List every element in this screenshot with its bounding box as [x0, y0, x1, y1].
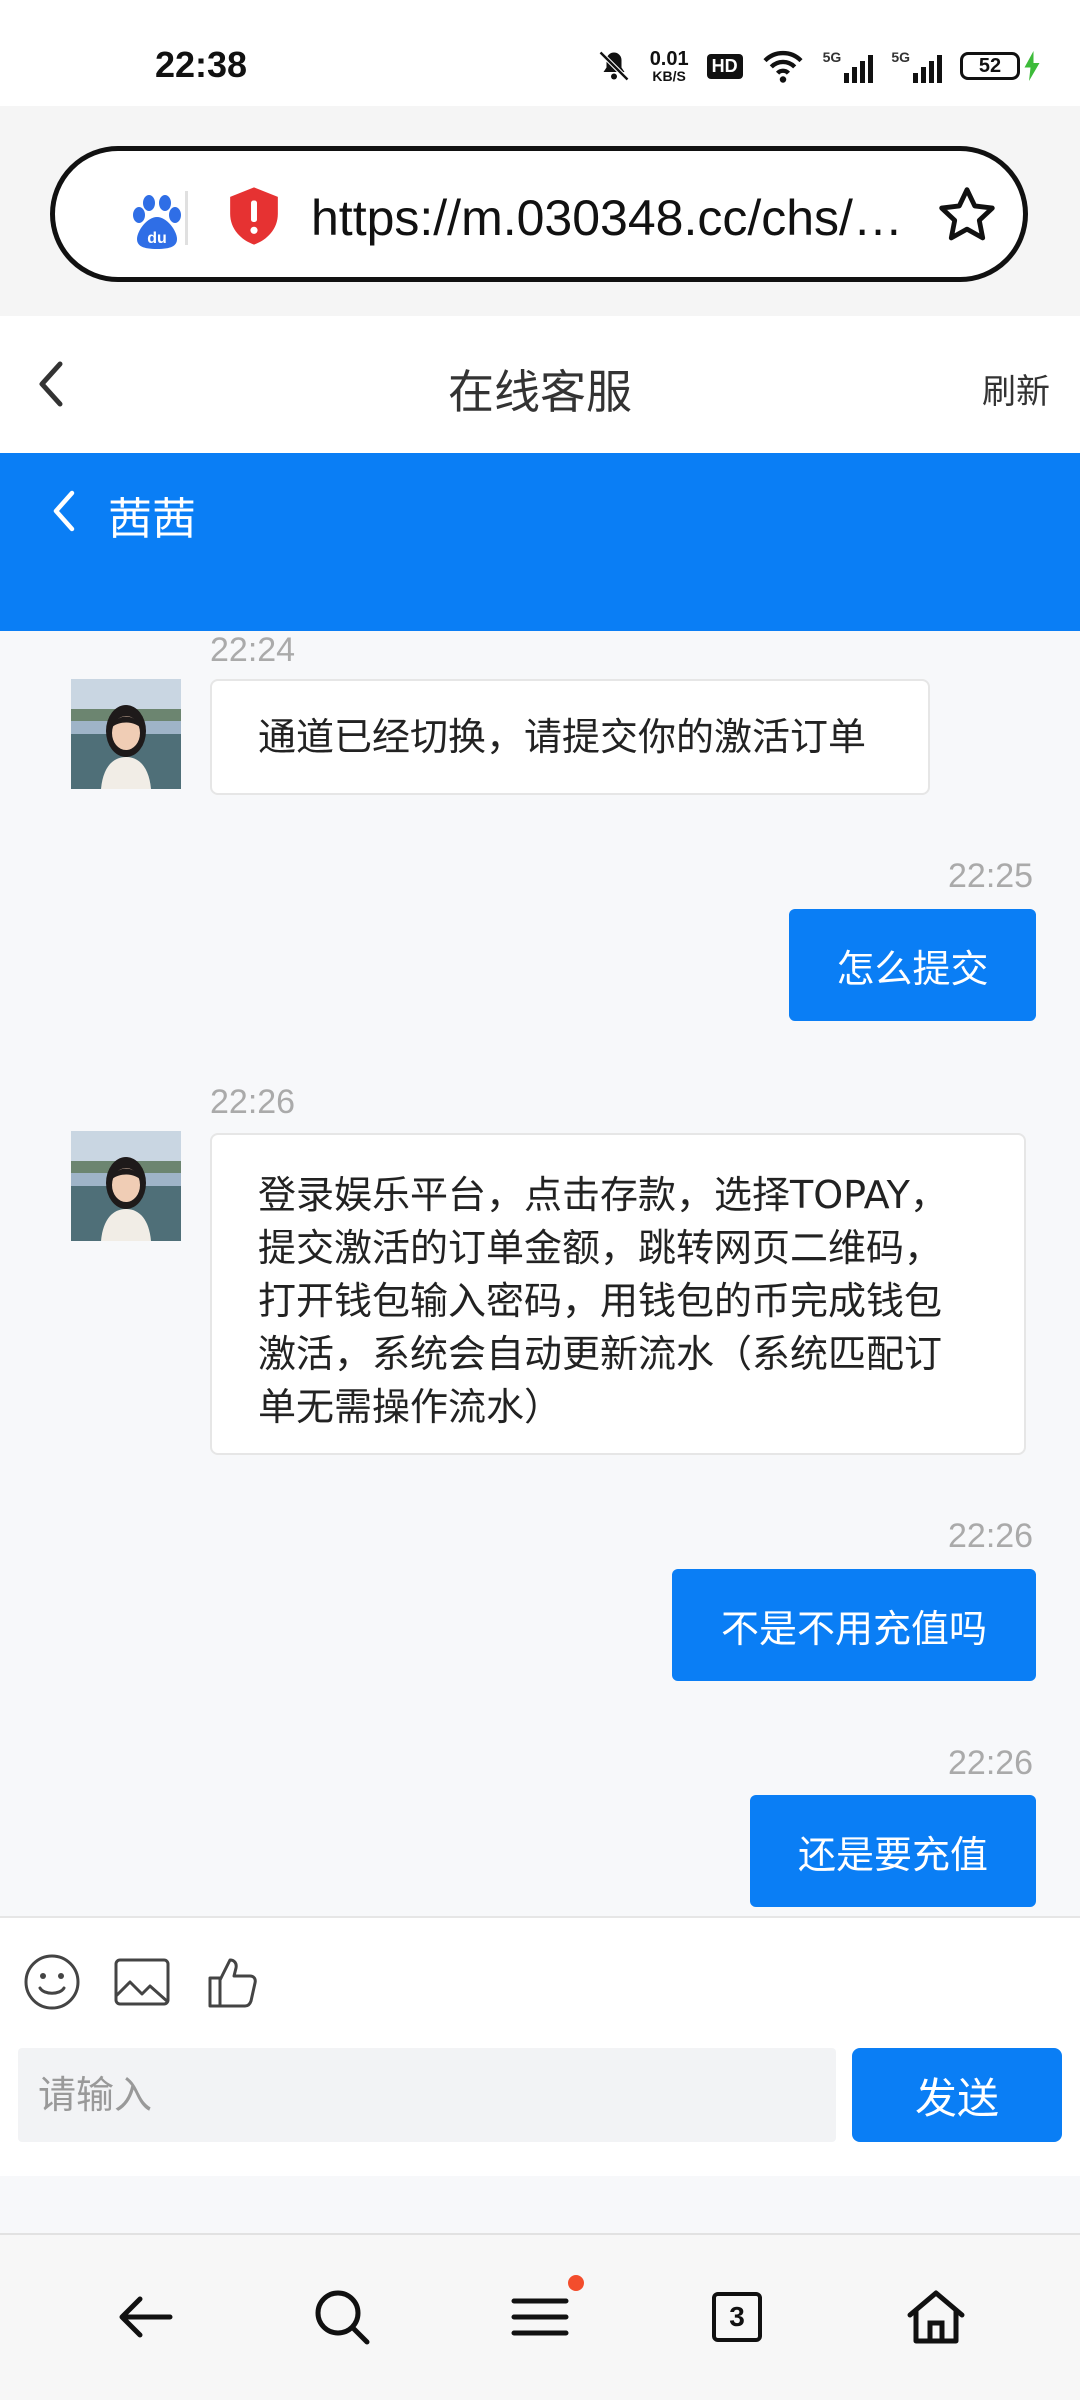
message-time: 22:26 — [948, 1517, 1034, 1555]
page-header: 在线客服 刷新 — [0, 316, 1080, 453]
network-speed: 0.01 KB/S — [649, 48, 689, 84]
svg-text:du: du — [147, 230, 167, 247]
message-bubble-agent: 登录娱乐平台，点击存款，选择TOPAY，提交激活的订单金额，跳转网页二维码，打开… — [210, 1133, 1026, 1455]
page-title: 在线客服 — [448, 365, 632, 419]
signal-icon-2: 5G — [891, 49, 942, 83]
hd-badge: HD — [706, 53, 743, 79]
address-bar[interactable]: du https://m.030348.cc/chs/… — [50, 146, 1028, 282]
image-icon[interactable] — [112, 1952, 172, 2012]
status-icons: 0.01 KB/S HD 5G 5G 52 — [596, 48, 1040, 84]
back-arrow-icon[interactable] — [114, 2285, 178, 2349]
wifi-icon — [763, 50, 803, 83]
emoji-icon[interactable] — [22, 1952, 82, 2012]
message-bubble-agent: 通道已经切换，请提交你的激活订单 — [210, 679, 930, 795]
message-bubble-user: 怎么提交 — [789, 909, 1036, 1021]
message-bubble-user: 不是不用充值吗 — [672, 1569, 1036, 1681]
chat-back-icon[interactable] — [52, 490, 76, 532]
tabs-button[interactable]: 3 — [712, 2292, 762, 2342]
message-time: 22:25 — [948, 857, 1034, 895]
agent-avatar[interactable] — [71, 1131, 181, 1241]
divider — [185, 191, 188, 245]
chat-thread: 22:24 通道已经切换，请提交你的激活订单 22:25 怎么提交 22:26 — [0, 631, 1080, 1916]
message-input[interactable] — [18, 2048, 836, 2142]
agent-avatar[interactable] — [71, 679, 181, 789]
security-shield-icon[interactable] — [225, 185, 283, 247]
thumbs-up-icon[interactable] — [204, 1952, 264, 2012]
url-text[interactable]: https://m.030348.cc/chs/… — [311, 189, 903, 247]
status-bar: 22:38 0.01 KB/S HD 5G 5G 52 — [0, 0, 1080, 106]
refresh-button[interactable]: 刷新 — [982, 364, 1050, 413]
message-time: 22:24 — [210, 631, 296, 669]
signal-icon: 5G — [823, 49, 874, 83]
charging-icon — [1024, 51, 1040, 81]
tabs-icon: 3 — [712, 2292, 762, 2342]
send-button[interactable]: 发送 — [852, 2048, 1062, 2142]
menu-icon — [511, 2298, 569, 2336]
home-icon[interactable] — [904, 2285, 968, 2349]
baidu-paw-icon[interactable]: du — [125, 191, 189, 255]
notification-dot — [568, 2275, 584, 2291]
search-icon[interactable] — [310, 2285, 374, 2349]
browser-bottom-nav: 3 — [0, 2233, 1080, 2400]
agent-name: 茜茜 — [108, 494, 196, 545]
message-bubble-user: 还是要充值 — [750, 1795, 1036, 1907]
chat-header: 茜茜 — [0, 453, 1080, 631]
message-time: 22:26 — [948, 1744, 1034, 1782]
battery-icon: 52 — [960, 52, 1020, 80]
message-time: 22:26 — [210, 1083, 296, 1121]
menu-button[interactable] — [508, 2275, 584, 2349]
status-time: 22:38 — [155, 44, 248, 85]
battery-indicator: 52 — [960, 51, 1040, 81]
muted-bell-icon — [598, 50, 629, 82]
bookmark-star-icon[interactable] — [935, 183, 999, 247]
composer: 发送 — [0, 1916, 1080, 2176]
